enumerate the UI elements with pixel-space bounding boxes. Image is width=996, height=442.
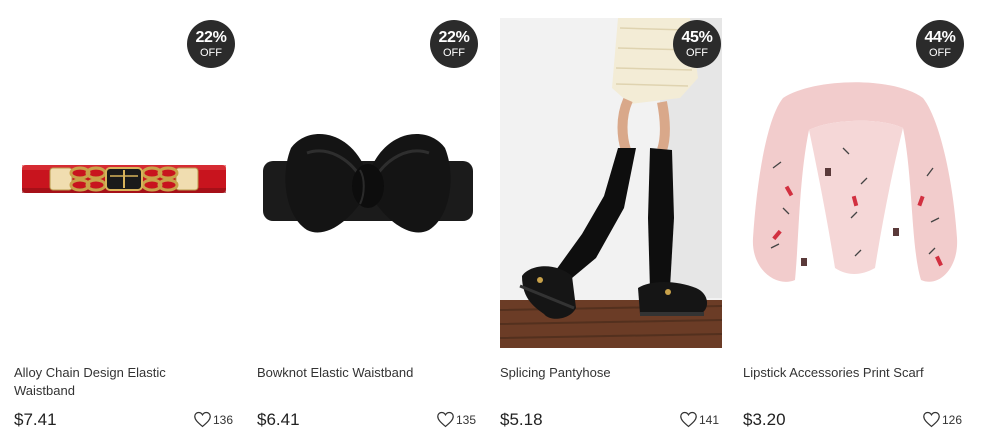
discount-off-label: OFF — [200, 46, 222, 59]
product-title[interactable]: Alloy Chain Design Elastic Waistband — [14, 364, 214, 400]
heart-outline-icon — [680, 411, 697, 428]
discount-off-label: OFF — [443, 46, 465, 59]
like-button[interactable]: 136 — [193, 411, 233, 428]
like-count: 126 — [941, 412, 962, 427]
product-card: 45% OFF Splicing Pantyhose $5.18 141 — [500, 18, 722, 438]
heart-outline-icon — [437, 411, 454, 428]
like-count: 135 — [455, 412, 476, 427]
product-title[interactable]: Bowknot Elastic Waistband — [257, 364, 457, 382]
black-bow-image — [263, 134, 473, 233]
product-grid: 22% OFF Alloy Chain Design Elastic Waist… — [0, 0, 996, 442]
product-image-bow-waistband[interactable]: 22% OFF — [257, 18, 479, 348]
like-button[interactable]: 135 — [436, 411, 476, 428]
product-image-pantyhose[interactable]: 45% OFF — [500, 18, 722, 348]
like-count: 136 — [212, 412, 233, 427]
discount-badge: 22% OFF — [430, 20, 478, 68]
discount-percent: 45% — [681, 28, 713, 46]
like-count: 141 — [698, 412, 719, 427]
product-title[interactable]: Splicing Pantyhose — [500, 364, 700, 382]
discount-badge: 44% OFF — [916, 20, 964, 68]
discount-off-label: OFF — [929, 46, 951, 59]
product-card: 22% OFF Alloy Chain Design Elastic Waist… — [14, 18, 236, 438]
product-price: $7.41 — [14, 410, 57, 429]
product-price: $5.18 — [500, 410, 543, 429]
red-belt-image — [22, 165, 226, 193]
discount-percent: 22% — [195, 28, 227, 46]
product-price: $6.41 — [257, 410, 300, 429]
like-button[interactable]: 126 — [922, 411, 962, 428]
product-card: 22% OFF Bowknot Elastic Waistband $6.41 … — [257, 18, 479, 438]
discount-badge: 22% OFF — [187, 20, 235, 68]
product-price: $3.20 — [743, 410, 786, 429]
product-card: 44% OFF Lipstick Accessories Print Scarf… — [743, 18, 965, 438]
pantyhose-legs-image — [500, 18, 722, 348]
discount-percent: 44% — [924, 28, 956, 46]
discount-badge: 45% OFF — [673, 20, 721, 68]
discount-percent: 22% — [438, 28, 470, 46]
discount-off-label: OFF — [686, 46, 708, 59]
pink-scarf-image — [752, 82, 958, 282]
heart-outline-icon — [194, 411, 211, 428]
product-image-scarf[interactable]: 44% OFF — [743, 18, 965, 348]
product-title[interactable]: Lipstick Accessories Print Scarf — [743, 364, 943, 382]
heart-outline-icon — [923, 411, 940, 428]
like-button[interactable]: 141 — [679, 411, 719, 428]
product-image-belt[interactable]: 22% OFF — [14, 18, 236, 348]
